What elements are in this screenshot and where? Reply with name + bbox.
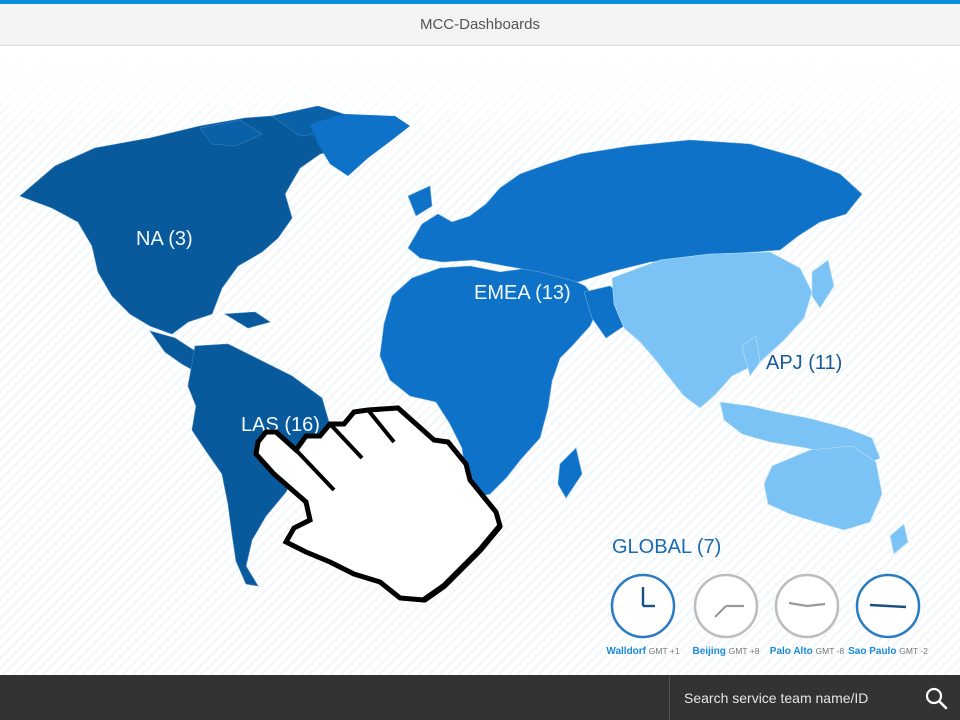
clock-city: Palo Alto bbox=[769, 646, 813, 657]
clock-city: Beijing bbox=[692, 646, 726, 657]
clock-gmt: GMT -2 bbox=[899, 646, 928, 656]
search-bar bbox=[669, 675, 960, 720]
clock-gmt: GMT +1 bbox=[648, 646, 680, 656]
clock-sao-paulo-icon bbox=[855, 573, 921, 639]
region-apj[interactable] bbox=[611, 251, 909, 555]
clock-walldorf-icon bbox=[610, 573, 676, 639]
clock-beijing-icon bbox=[693, 573, 759, 639]
clock-city: Sao Paulo bbox=[848, 646, 897, 657]
hand-pointer-icon bbox=[253, 405, 503, 603]
clock-palo-alto-icon bbox=[774, 573, 840, 639]
footer-bar bbox=[0, 675, 960, 720]
clock-gmt: GMT +8 bbox=[728, 646, 760, 656]
search-icon[interactable] bbox=[924, 686, 948, 710]
region-label-na[interactable]: NA (3) bbox=[136, 228, 193, 251]
clock-caption-sao-paulo: Sao Paulo GMT -2 bbox=[838, 646, 938, 657]
region-label-apj[interactable]: APJ (11) bbox=[766, 352, 842, 375]
app-title: MCC-Dashboards bbox=[419, 16, 541, 33]
app-header: MCC-Dashboards bbox=[0, 4, 960, 46]
region-label-emea[interactable]: EMEA (13) bbox=[474, 282, 571, 305]
global-label[interactable]: GLOBAL (7) bbox=[612, 536, 721, 559]
clock-city: Walldorf bbox=[606, 646, 647, 657]
search-input[interactable] bbox=[670, 675, 910, 720]
greenland bbox=[310, 114, 410, 176]
